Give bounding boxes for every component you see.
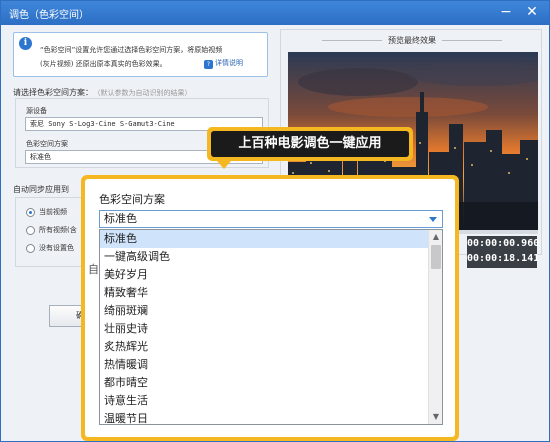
dropdown-option[interactable]: 绮丽斑斓 bbox=[100, 302, 428, 320]
zoom-scheme-select[interactable]: 标准色 bbox=[99, 210, 443, 228]
dropdown-option[interactable]: 美好岁月 bbox=[100, 266, 428, 284]
dropdown-option[interactable]: 标准色 bbox=[100, 230, 428, 248]
scroll-thumb[interactable] bbox=[431, 245, 441, 269]
detail-link-label: 详情说明 bbox=[215, 59, 243, 67]
info-box: i “色彩空间”设置允许您通过选择色彩空间方案，将原始视频 (灰片视频) 还原出… bbox=[13, 32, 268, 77]
zoom-scheme-label: 色彩空间方案 bbox=[99, 193, 165, 206]
info-text-line-1: “色彩空间”设置允许您通过选择色彩空间方案，将原始视频 bbox=[40, 46, 223, 54]
zoom-select-value: 标准色 bbox=[104, 212, 137, 225]
radio-unset-videos[interactable] bbox=[26, 244, 35, 253]
dropdown-option[interactable]: 热情暖调 bbox=[100, 356, 428, 374]
timecode-display: 00:00:00.960 00:00:18.141 bbox=[467, 236, 540, 268]
scheme-section-title: 请选择色彩空间方案： bbox=[13, 88, 93, 97]
dropdown-option[interactable]: 诗意生活 bbox=[100, 392, 428, 410]
dropdown-items: 标准色 一键高级调色 美好岁月 精致奢华 绮丽斑斓 壮丽史诗 炙热辉光 热情暖调 都市晴空 诗意生… bbox=[100, 230, 428, 425]
dropdown-option[interactable]: 精致奢华 bbox=[100, 284, 428, 302]
scroll-down-icon[interactable]: ▼ bbox=[429, 410, 443, 424]
help-icon: ? bbox=[204, 60, 213, 69]
current-time: 00:00:00.960 bbox=[467, 238, 540, 249]
scheme-dropdown-list[interactable]: 标准色 一键高级调色 美好岁月 精致奢华 绮丽斑斓 壮丽史诗 炙热辉光 热情暖调 都市晴空 诗意生… bbox=[99, 229, 443, 425]
dropdown-scrollbar[interactable]: ▲ ▼ bbox=[428, 230, 442, 424]
detail-link[interactable]: ? 详情说明 bbox=[204, 58, 243, 69]
zoom-panel: 自动 色彩空间方案 标准色 标准色一键高级调色美好岁月精致奢华绮丽斑斓壮丽史诗炙… bbox=[85, 179, 455, 437]
radio-all-videos[interactable] bbox=[26, 226, 35, 235]
device-label: 源设备 bbox=[26, 107, 47, 115]
sync-group: 当前视频 所有视频(含 没有设置色 bbox=[15, 197, 83, 267]
close-icon[interactable]: ✕ bbox=[523, 4, 541, 21]
dropdown-option[interactable]: 炙热辉光 bbox=[100, 338, 428, 356]
sync-section-label: 自动同步应用到 bbox=[13, 185, 69, 194]
scroll-up-icon[interactable]: ▲ bbox=[429, 230, 443, 244]
radio-current-video[interactable] bbox=[26, 208, 35, 217]
chevron-down-icon[interactable] bbox=[429, 217, 437, 222]
radio-unset-videos-label: 没有设置色 bbox=[39, 244, 74, 252]
scheme-label: 色彩空间方案 bbox=[26, 140, 68, 148]
dropdown-option[interactable]: 壮丽史诗 bbox=[100, 320, 428, 338]
color-grading-window: 调色（色彩空间） − ✕ i “色彩空间”设置允许您通过选择色彩空间方案，将原始… bbox=[0, 0, 550, 442]
radio-all-videos-label: 所有视频(含 bbox=[39, 226, 77, 234]
dropdown-option[interactable]: 都市晴空 bbox=[100, 374, 428, 392]
preview-title-text: 预览最终效果 bbox=[388, 36, 436, 45]
title-bar[interactable]: 调色（色彩空间） − ✕ bbox=[1, 1, 549, 25]
window-title: 调色（色彩空间） bbox=[9, 10, 89, 21]
radio-current-video-label: 当前视频 bbox=[39, 208, 67, 216]
feature-callout: 上百种电影调色一键应用 bbox=[207, 127, 413, 161]
callout-text: 上百种电影调色一键应用 bbox=[211, 131, 409, 157]
info-text-line-2: (灰片视频) 还原出原本真实的色彩效果。 bbox=[40, 60, 167, 68]
dropdown-option[interactable]: 一键高级调色 bbox=[100, 248, 428, 266]
callout-pointer bbox=[217, 161, 231, 169]
minimize-icon[interactable]: − bbox=[497, 4, 515, 21]
total-time: 00:00:18.141 bbox=[467, 253, 540, 264]
dropdown-option[interactable]: 温暖节日 bbox=[100, 410, 428, 428]
scheme-section-label: 请选择色彩空间方案： （默认参数为自动识别的结果） bbox=[13, 87, 192, 98]
scheme-section-hint: （默认参数为自动识别的结果） bbox=[97, 89, 192, 97]
info-icon: i bbox=[19, 37, 32, 50]
preview-title: 预览最终效果 bbox=[281, 35, 543, 46]
